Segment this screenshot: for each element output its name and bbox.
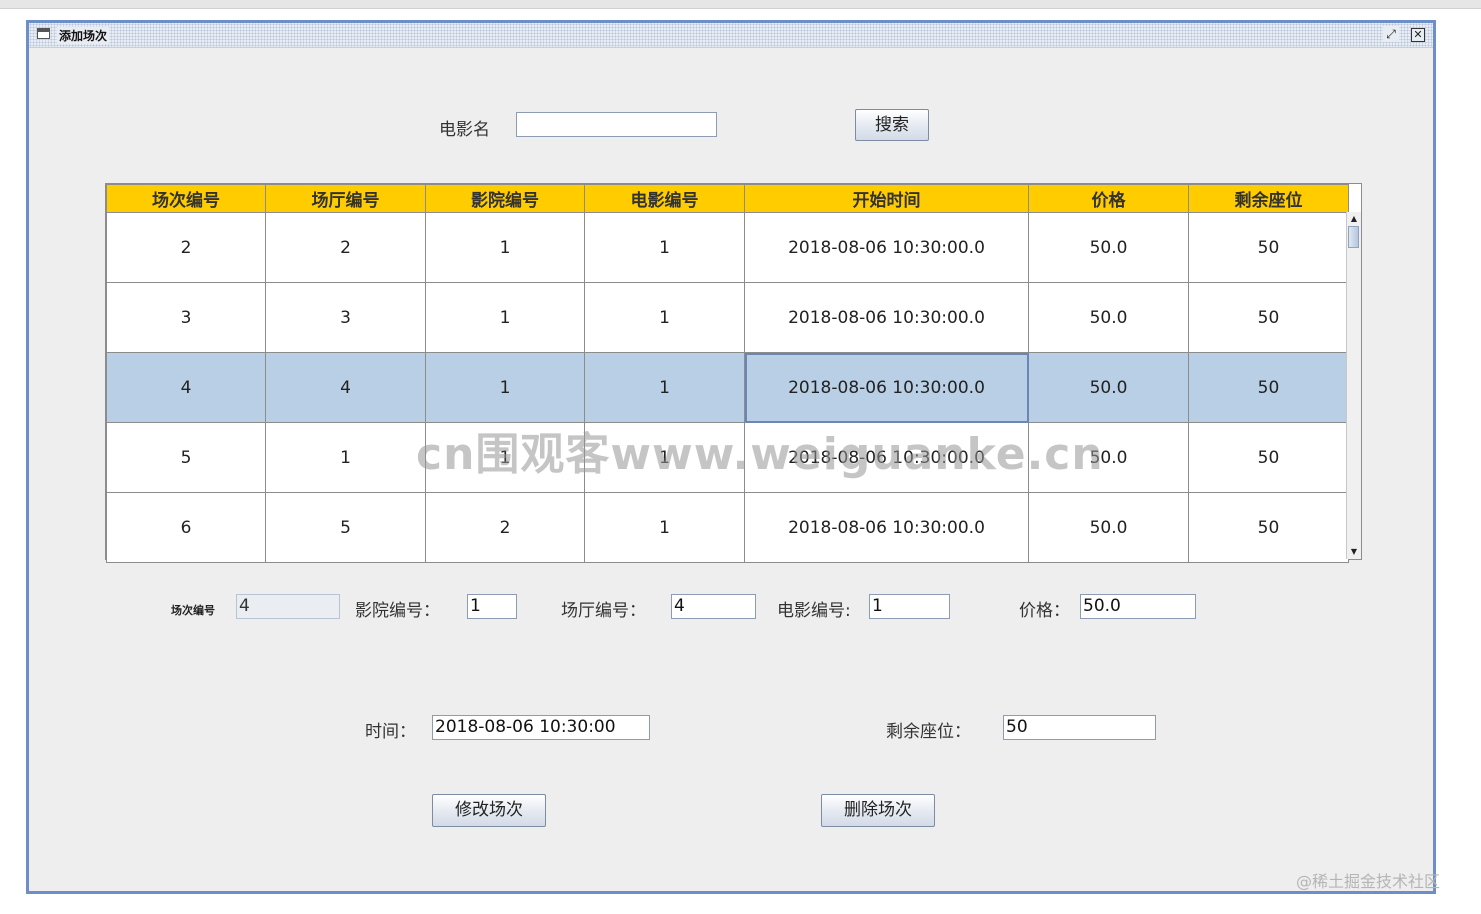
table-scrollbar[interactable]: ▲ ▼ — [1346, 212, 1361, 559]
table-cell[interactable]: 2018-08-06 10:30:00.0 — [744, 212, 1029, 283]
table-cell[interactable]: 5 — [106, 422, 266, 493]
table-cell[interactable]: 50.0 — [1028, 492, 1189, 563]
table-cell[interactable]: 1 — [584, 352, 745, 423]
movie-name-input[interactable] — [516, 112, 717, 137]
session-id-field: 4 — [236, 594, 340, 619]
table-cell[interactable]: 50 — [1188, 422, 1349, 493]
table-cell-focused[interactable]: 2018-08-06 10:30:00.0 — [744, 352, 1029, 423]
column-header[interactable]: 场次编号 — [106, 184, 266, 213]
watermark-text: cn围观客www.weiguanke.cn — [416, 429, 1104, 480]
scroll-down-icon[interactable]: ▼ — [1347, 545, 1361, 559]
hall-id-label: 场厅编号： — [561, 601, 646, 621]
modify-session-button[interactable]: 修改场次 — [432, 794, 546, 827]
table-cell[interactable]: 1 — [425, 212, 585, 283]
movie-name-label: 电影名 — [439, 120, 490, 140]
table-cell[interactable]: 2 — [265, 212, 426, 283]
credit-text: @稀土掘金技术社区 — [1296, 872, 1441, 891]
table-cell[interactable]: 2018-08-06 10:30:00.0 — [744, 492, 1029, 563]
price-field[interactable]: 50.0 — [1080, 594, 1196, 619]
table-cell[interactable]: 1 — [265, 422, 426, 493]
table-cell[interactable]: 2018-08-06 10:30:00.0 — [744, 282, 1029, 353]
scroll-thumb[interactable] — [1348, 226, 1359, 248]
cinema-id-field[interactable]: 1 — [467, 594, 517, 619]
search-button[interactable]: 搜索 — [855, 109, 929, 141]
table-cell[interactable]: 2 — [106, 212, 266, 283]
close-icon[interactable]: ✕ — [1411, 28, 1425, 42]
delete-session-button[interactable]: 删除场次 — [821, 794, 935, 827]
scroll-up-icon[interactable]: ▲ — [1347, 212, 1361, 226]
table-cell[interactable]: 1 — [425, 352, 585, 423]
table-cell[interactable]: 50.0 — [1028, 212, 1189, 283]
table-cell[interactable]: 1 — [584, 212, 745, 283]
column-header[interactable]: 影院编号 — [425, 184, 585, 213]
table-cell[interactable]: 3 — [265, 282, 426, 353]
table-header-row: 场次编号 场厅编号 影院编号 电影编号 开始时间 价格 剩余座位 — [106, 184, 1349, 213]
table-cell[interactable]: 4 — [106, 352, 266, 423]
time-label: 时间： — [365, 722, 416, 742]
restore-icon[interactable]: ⤢ — [1383, 26, 1399, 42]
sessions-table: 场次编号 场厅编号 影院编号 电影编号 开始时间 价格 剩余座位 2 2 1 1… — [105, 183, 1362, 563]
time-field[interactable]: 2018-08-06 10:30:00 — [432, 715, 650, 740]
table-cell[interactable]: 1 — [584, 492, 745, 563]
browser-top-strip — [0, 0, 1481, 9]
table-cell[interactable]: 2 — [425, 492, 585, 563]
seats-label: 剩余座位： — [886, 722, 971, 742]
table-cell[interactable]: 1 — [584, 282, 745, 353]
price-label: 价格： — [1019, 601, 1070, 621]
column-header[interactable]: 电影编号 — [584, 184, 745, 213]
window-icon — [37, 28, 50, 39]
table-cell[interactable]: 1 — [425, 282, 585, 353]
table-cell[interactable]: 5 — [265, 492, 426, 563]
table-cell[interactable]: 6 — [106, 492, 266, 563]
seats-field[interactable]: 50 — [1003, 715, 1156, 740]
session-id-label: 场次编号 — [171, 604, 215, 617]
window-title: 添加场次 — [57, 27, 110, 44]
cinema-id-label: 影院编号： — [355, 601, 440, 621]
table-row[interactable]: 2 2 1 1 2018-08-06 10:30:00.0 50.0 50 — [106, 212, 1349, 283]
table-row-selected[interactable]: 4 4 1 1 2018-08-06 10:30:00.0 50.0 50 — [106, 352, 1349, 423]
table-cell[interactable]: 3 — [106, 282, 266, 353]
table-cell[interactable]: 50 — [1188, 212, 1349, 283]
table-row[interactable]: 3 3 1 1 2018-08-06 10:30:00.0 50.0 50 — [106, 282, 1349, 353]
table-cell[interactable]: 50 — [1188, 352, 1349, 423]
table-cell[interactable]: 50 — [1188, 492, 1349, 563]
column-header[interactable]: 场厅编号 — [265, 184, 426, 213]
movie-id-field[interactable]: 1 — [869, 594, 950, 619]
column-header[interactable]: 开始时间 — [744, 184, 1029, 213]
column-header[interactable]: 剩余座位 — [1188, 184, 1349, 213]
table-cell[interactable]: 4 — [265, 352, 426, 423]
title-bar[interactable]: 添加场次 ⤢ ✕ — [29, 23, 1433, 48]
column-header[interactable]: 价格 — [1028, 184, 1189, 213]
table-cell[interactable]: 50.0 — [1028, 282, 1189, 353]
table-cell[interactable]: 50.0 — [1028, 352, 1189, 423]
movie-id-label: 电影编号: — [777, 601, 851, 621]
table-cell[interactable]: 50 — [1188, 282, 1349, 353]
hall-id-field[interactable]: 4 — [671, 594, 756, 619]
table-row[interactable]: 6 5 2 1 2018-08-06 10:30:00.0 50.0 50 — [106, 492, 1349, 563]
